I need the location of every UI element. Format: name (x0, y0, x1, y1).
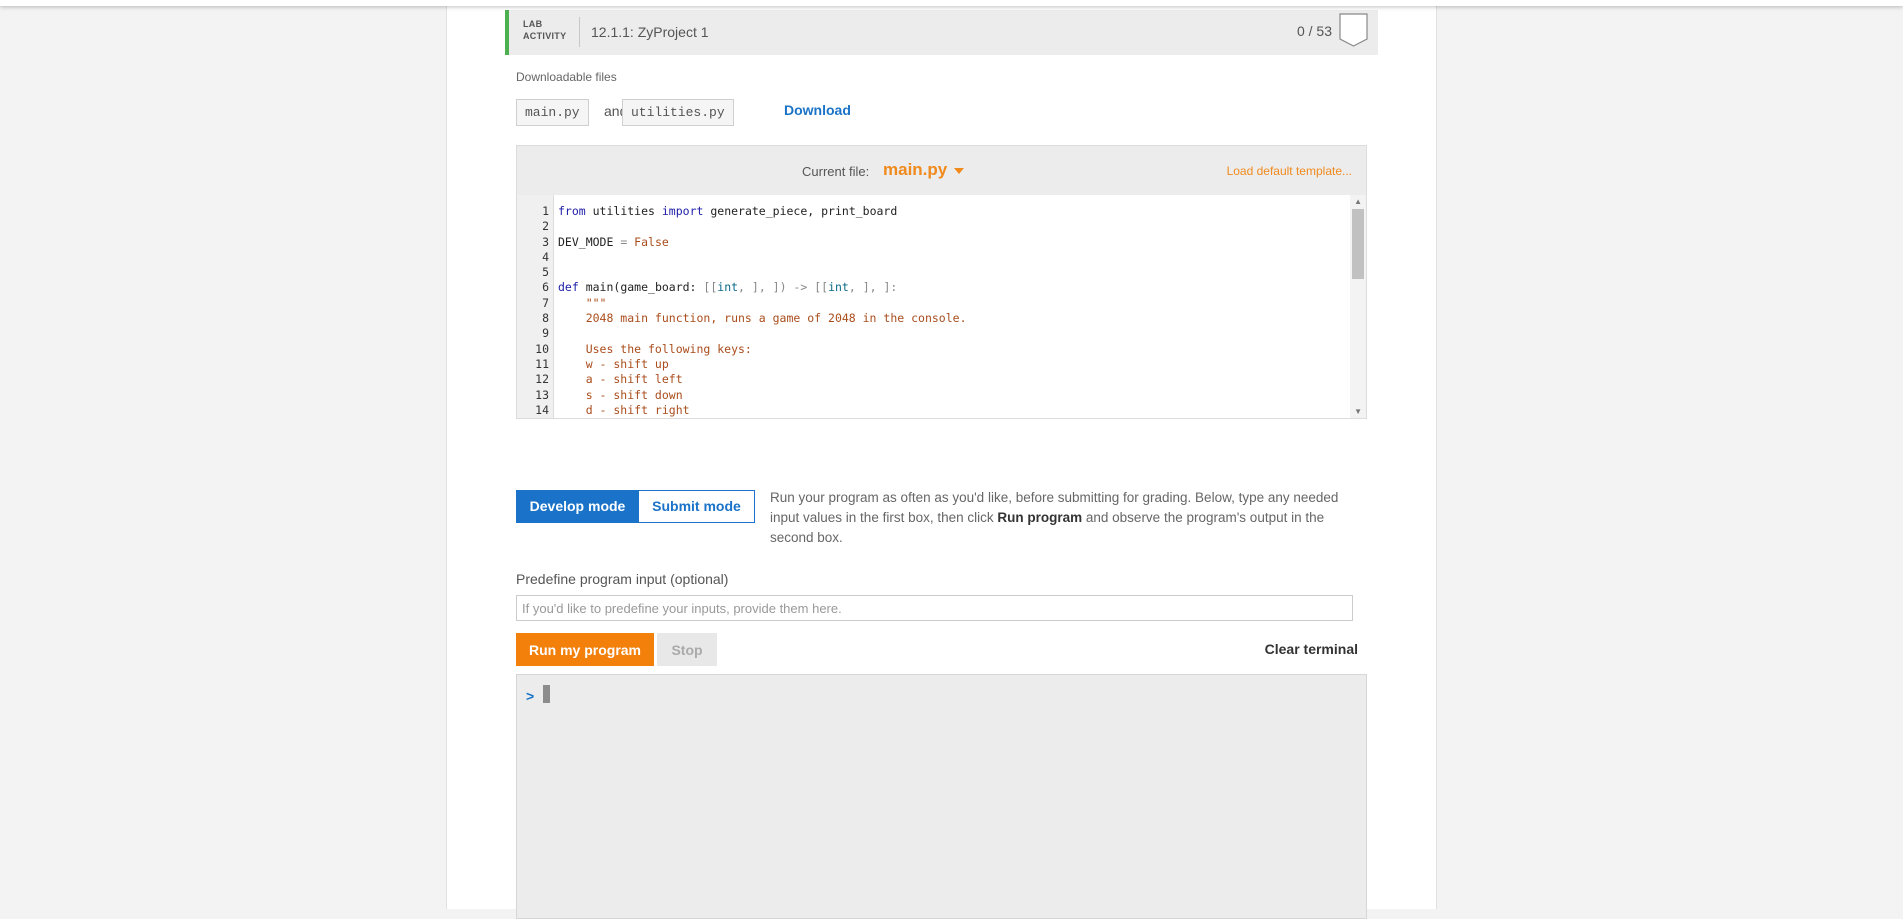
lab-activity: LAB ACTIVITY 12.1.1: ZyProject 1 0 / 53 … (505, 10, 1378, 919)
code-text: d - shift right (558, 403, 690, 418)
code-token: s - shift down (558, 387, 683, 402)
code-text: w - shift up (558, 357, 669, 372)
file-chip-utilities: utilities.py (622, 99, 734, 126)
lab-score: 0 / 53 (1296, 23, 1332, 39)
code-text: s - shift down (558, 388, 683, 403)
line-number: 7 (542, 295, 549, 310)
header-divider (579, 17, 580, 47)
code-text: """ (558, 295, 607, 311)
code-token: w - shift up (558, 356, 669, 371)
code-line[interactable]: 14 d - shift right (517, 403, 1347, 418)
line-number: 4 (542, 249, 549, 264)
code-token: int (828, 280, 849, 295)
lab-tag-line1: LAB (523, 19, 543, 29)
code-token: Uses the following keys: (558, 341, 752, 356)
line-number: 12 (535, 372, 549, 387)
load-default-template-link[interactable]: Load default template... (1227, 164, 1352, 178)
code-line[interactable]: 10 Uses the following keys: (517, 342, 1347, 357)
top-nav-bar (0, 0, 1903, 6)
code-token: import (661, 204, 704, 218)
code-token: """ (558, 295, 607, 310)
code-token: 2048 main function, runs a game of 2048 … (558, 311, 967, 326)
code-token: a - shift left (558, 372, 683, 387)
code-token: DEV_MODE (558, 234, 621, 249)
code-text: Uses the following keys: (558, 342, 752, 357)
editor-scrollbar[interactable]: ▲ ▼ (1350, 195, 1366, 418)
line-number: 10 (535, 341, 549, 356)
code-line[interactable]: 3 DEV_MODE = False (517, 235, 1347, 250)
code-token: utilities (585, 204, 662, 218)
output-terminal[interactable]: > (516, 674, 1367, 919)
code-line[interactable]: 7 """ (517, 296, 1347, 311)
code-line[interactable]: 6 def main(game_board: [[int, ], ]) -> [[… (517, 280, 1347, 295)
code-token: , ], ]: (848, 280, 898, 295)
caret-down-icon[interactable] (954, 168, 964, 174)
mode-desc-bold: Run program (997, 510, 1083, 525)
code-line[interactable]: 11 w - shift up (517, 357, 1347, 372)
code-lines[interactable]: 1 from utilities import generate_piece, p… (517, 204, 1347, 418)
code-area[interactable]: 1 from utilities import generate_piece, p… (517, 195, 1366, 418)
lab-header: LAB ACTIVITY 12.1.1: ZyProject 1 0 / 53 (505, 10, 1378, 55)
line-number: 3 (542, 234, 549, 249)
code-text: from utilities import generate_piece, pr… (558, 204, 897, 219)
code-token: generate_piece, print_board (703, 204, 898, 218)
file-chip-main: main.py (516, 99, 589, 126)
code-line[interactable]: 12 a - shift left (517, 372, 1347, 387)
scroll-up-icon[interactable]: ▲ (1354, 197, 1362, 206)
clear-terminal-button[interactable]: Clear terminal (1265, 641, 1358, 657)
code-token: from (558, 204, 586, 218)
code-token: , ], ]) -> [[ (738, 280, 829, 295)
line-number: 2 (542, 219, 549, 234)
line-number: 13 (535, 387, 549, 402)
lab-tag-line2: ACTIVITY (523, 31, 567, 41)
code-editor: Current file: main.py Load default templ… (516, 145, 1367, 419)
downloadable-files-label: Downloadable files (516, 70, 617, 84)
run-program-button[interactable]: Run my program (516, 633, 654, 666)
code-text: 2048 main function, runs a game of 2048 … (558, 311, 967, 326)
line-number: 11 (535, 356, 549, 371)
code-line[interactable]: 1 from utilities import generate_piece, p… (517, 204, 1347, 219)
lab-activity-tag: LAB ACTIVITY (523, 18, 569, 42)
predefine-input-label: Predefine program input (optional) (516, 571, 729, 587)
code-token: [[ (703, 280, 718, 295)
code-token: int (717, 280, 739, 295)
line-number: 14 (535, 402, 549, 417)
code-token: d - shift right (558, 402, 690, 417)
predefine-input-field[interactable] (516, 595, 1353, 621)
current-file-dropdown[interactable]: main.py (883, 160, 947, 180)
completion-badge-icon (1339, 13, 1368, 47)
line-number: 9 (542, 326, 549, 341)
code-line[interactable]: 8 2048 main function, runs a game of 204… (517, 311, 1347, 326)
code-text: DEV_MODE = False (558, 235, 669, 250)
code-line[interactable]: 13 s - shift down (517, 388, 1347, 403)
terminal-prompt-icon: > (526, 688, 535, 704)
code-line[interactable]: 9 (517, 326, 1347, 341)
code-line[interactable]: 4 (517, 250, 1347, 265)
code-text: def main(game_board: [[int, ], ]) -> [[i… (558, 280, 897, 295)
code-token: def (558, 280, 579, 295)
download-link[interactable]: Download (784, 102, 851, 118)
code-token: main(game_board: (578, 280, 704, 295)
scroll-down-icon[interactable]: ▼ (1354, 407, 1362, 416)
line-number: 6 (542, 280, 549, 295)
lab-title: 12.1.1: ZyProject 1 (591, 24, 709, 40)
stop-button[interactable]: Stop (657, 633, 717, 666)
line-number: 5 (542, 265, 549, 280)
code-line[interactable]: 5 (517, 265, 1347, 280)
develop-mode-button[interactable]: Develop mode (516, 490, 639, 523)
code-line[interactable]: 2 (517, 219, 1347, 234)
line-number: 8 (542, 311, 549, 326)
scroll-thumb[interactable] (1352, 209, 1364, 279)
file-selector-bar: Current file: main.py Load default templ… (517, 146, 1366, 194)
mode-description: Run your program as often as you'd like,… (770, 488, 1368, 548)
submit-mode-button[interactable]: Submit mode (638, 490, 755, 523)
line-number: 1 (542, 204, 549, 218)
code-text: a - shift left (558, 372, 683, 387)
terminal-cursor (543, 685, 550, 703)
code-token: False (627, 234, 669, 249)
current-file-label: Current file: (802, 164, 870, 179)
